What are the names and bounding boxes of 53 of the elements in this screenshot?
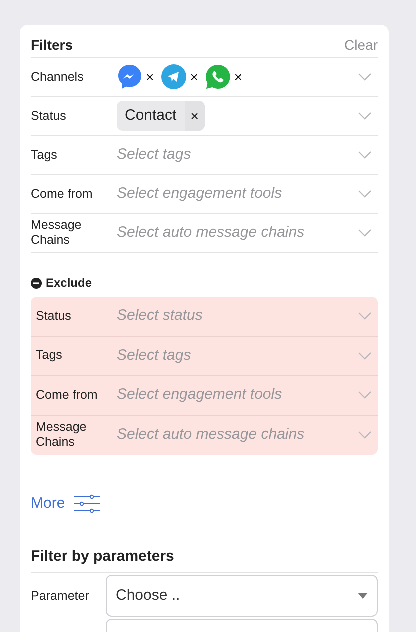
sliders-icon xyxy=(73,494,102,514)
placeholder-text: Select status xyxy=(117,306,203,326)
chevron-icon xyxy=(358,73,372,81)
remove-button[interactable]: × xyxy=(184,101,205,131)
select-value: Choose .. xyxy=(116,586,180,606)
minus-circle-icon xyxy=(31,278,42,288)
chevron-icon xyxy=(358,112,372,120)
select-field[interactable]: Select tags xyxy=(117,344,378,367)
chevron-icon xyxy=(358,391,372,400)
messenger-icon xyxy=(117,64,143,90)
field-label: Come from xyxy=(31,186,94,202)
field-label: Message Chains xyxy=(36,420,88,450)
remove-button[interactable]: × xyxy=(234,66,243,88)
field-label: Channels xyxy=(31,70,85,84)
field-label: Status xyxy=(31,108,68,124)
field-label: Tags xyxy=(31,148,58,162)
placeholder-text: Select auto message chains xyxy=(117,222,305,243)
select-field[interactable]: Select tags xyxy=(117,144,378,166)
chevron-icon xyxy=(358,190,372,198)
select-field[interactable]: Select status xyxy=(117,305,378,328)
chevron-icon xyxy=(358,229,372,237)
chip-label: Contact xyxy=(124,106,178,126)
chevron-icon xyxy=(358,312,372,320)
chevron-icon xyxy=(358,352,372,360)
paper-plane-icon xyxy=(161,64,188,90)
more-button[interactable]: More xyxy=(31,493,66,516)
field-label: Status xyxy=(36,308,72,324)
field-label: Tags xyxy=(36,348,64,364)
field-label: Come from xyxy=(36,388,99,403)
multi-select-field[interactable]: × × × xyxy=(117,64,378,90)
placeholder-text: Select engagement tools xyxy=(117,385,282,405)
caret-icon xyxy=(358,593,368,599)
remove-button[interactable]: × xyxy=(190,66,198,88)
panel-title: Filters xyxy=(31,36,74,55)
section-title: Filter by parameters xyxy=(31,546,378,573)
select-field[interactable]: Select auto message chains xyxy=(117,424,378,446)
clear-button[interactable]: Clear xyxy=(344,35,378,56)
select-field[interactable]: Select engagement tools xyxy=(117,182,378,206)
field-label: Message Chains xyxy=(31,218,83,248)
placeholder-text: Select tags xyxy=(117,346,192,366)
placeholder-text: Select engagement tools xyxy=(117,184,282,204)
select-field[interactable]: Select engagement tools xyxy=(117,384,378,406)
multi-select-field[interactable]: Contact × xyxy=(117,101,378,131)
placeholder-text: Select auto message chains xyxy=(117,425,305,445)
select-field[interactable]: Choose .. xyxy=(106,575,378,617)
remove-button[interactable]: × xyxy=(146,66,154,88)
chevron-icon xyxy=(358,431,372,440)
chevron-icon xyxy=(358,151,372,159)
placeholder-text: Select tags xyxy=(117,144,192,165)
phone-icon xyxy=(205,64,232,90)
select-field[interactable]: Select auto message chains xyxy=(117,222,378,244)
field-label: Parameter xyxy=(31,588,90,605)
section-title: Exclude xyxy=(46,275,92,292)
